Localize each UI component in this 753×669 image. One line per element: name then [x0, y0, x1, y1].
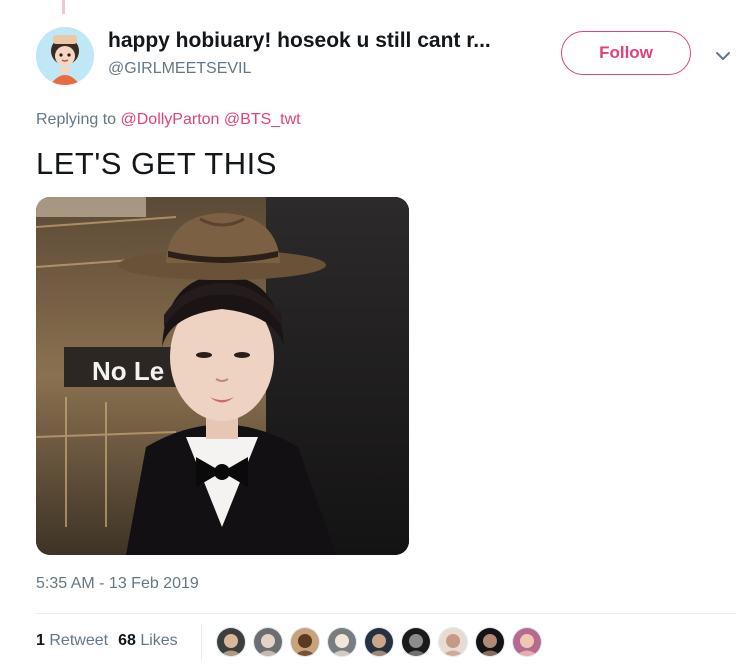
liker-avatar[interactable] — [475, 627, 505, 657]
liker-avatar[interactable] — [401, 627, 431, 657]
replying-to-label: Replying to — [36, 111, 121, 128]
liker-avatar[interactable] — [364, 627, 394, 657]
avatar[interactable] — [36, 27, 94, 85]
tweet-stats: 1 Retweet 68 Likes — [36, 632, 178, 650]
divider — [36, 613, 736, 614]
user-handle[interactable]: @GIRLMEETSEVIL — [108, 60, 251, 78]
media-photo: No Le — [36, 197, 409, 555]
liker-avatar[interactable] — [512, 627, 542, 657]
tweet-text: LET'S GET THIS — [36, 146, 277, 181]
follow-button[interactable]: Follow — [561, 31, 691, 75]
tweet-media-image[interactable]: No Le — [36, 197, 409, 555]
like-stat[interactable]: 68 Likes — [118, 632, 178, 649]
liker-avatar[interactable] — [438, 627, 468, 657]
liker-avatar[interactable] — [253, 627, 283, 657]
mention-bts-twt[interactable]: @BTS_twt — [224, 111, 301, 128]
retweet-stat[interactable]: 1 Retweet — [36, 632, 108, 649]
liker-avatar[interactable] — [327, 627, 357, 657]
media-sign-text: No Le — [92, 356, 164, 386]
retweet-count: 1 — [36, 632, 45, 649]
thread-connector-line — [62, 0, 65, 14]
liker-avatar[interactable] — [290, 627, 320, 657]
chevron-down-icon[interactable] — [713, 46, 733, 66]
display-name[interactable]: happy hobiuary! hoseok u still cant r... — [108, 29, 491, 53]
liker-avatar[interactable] — [216, 627, 246, 657]
retweet-label: Retweet — [49, 632, 109, 649]
avatar-image — [36, 27, 94, 85]
tweet-timestamp[interactable]: 5:35 AM - 13 Feb 2019 — [36, 575, 199, 593]
replying-to-line: Replying to @DollyParton @BTS_twt — [36, 111, 301, 129]
stats-separator — [201, 624, 202, 660]
like-count: 68 — [118, 632, 136, 649]
like-label: Likes — [140, 632, 178, 649]
liker-avatars — [216, 627, 549, 657]
mention-dollyparton[interactable]: @DollyParton — [121, 111, 220, 128]
